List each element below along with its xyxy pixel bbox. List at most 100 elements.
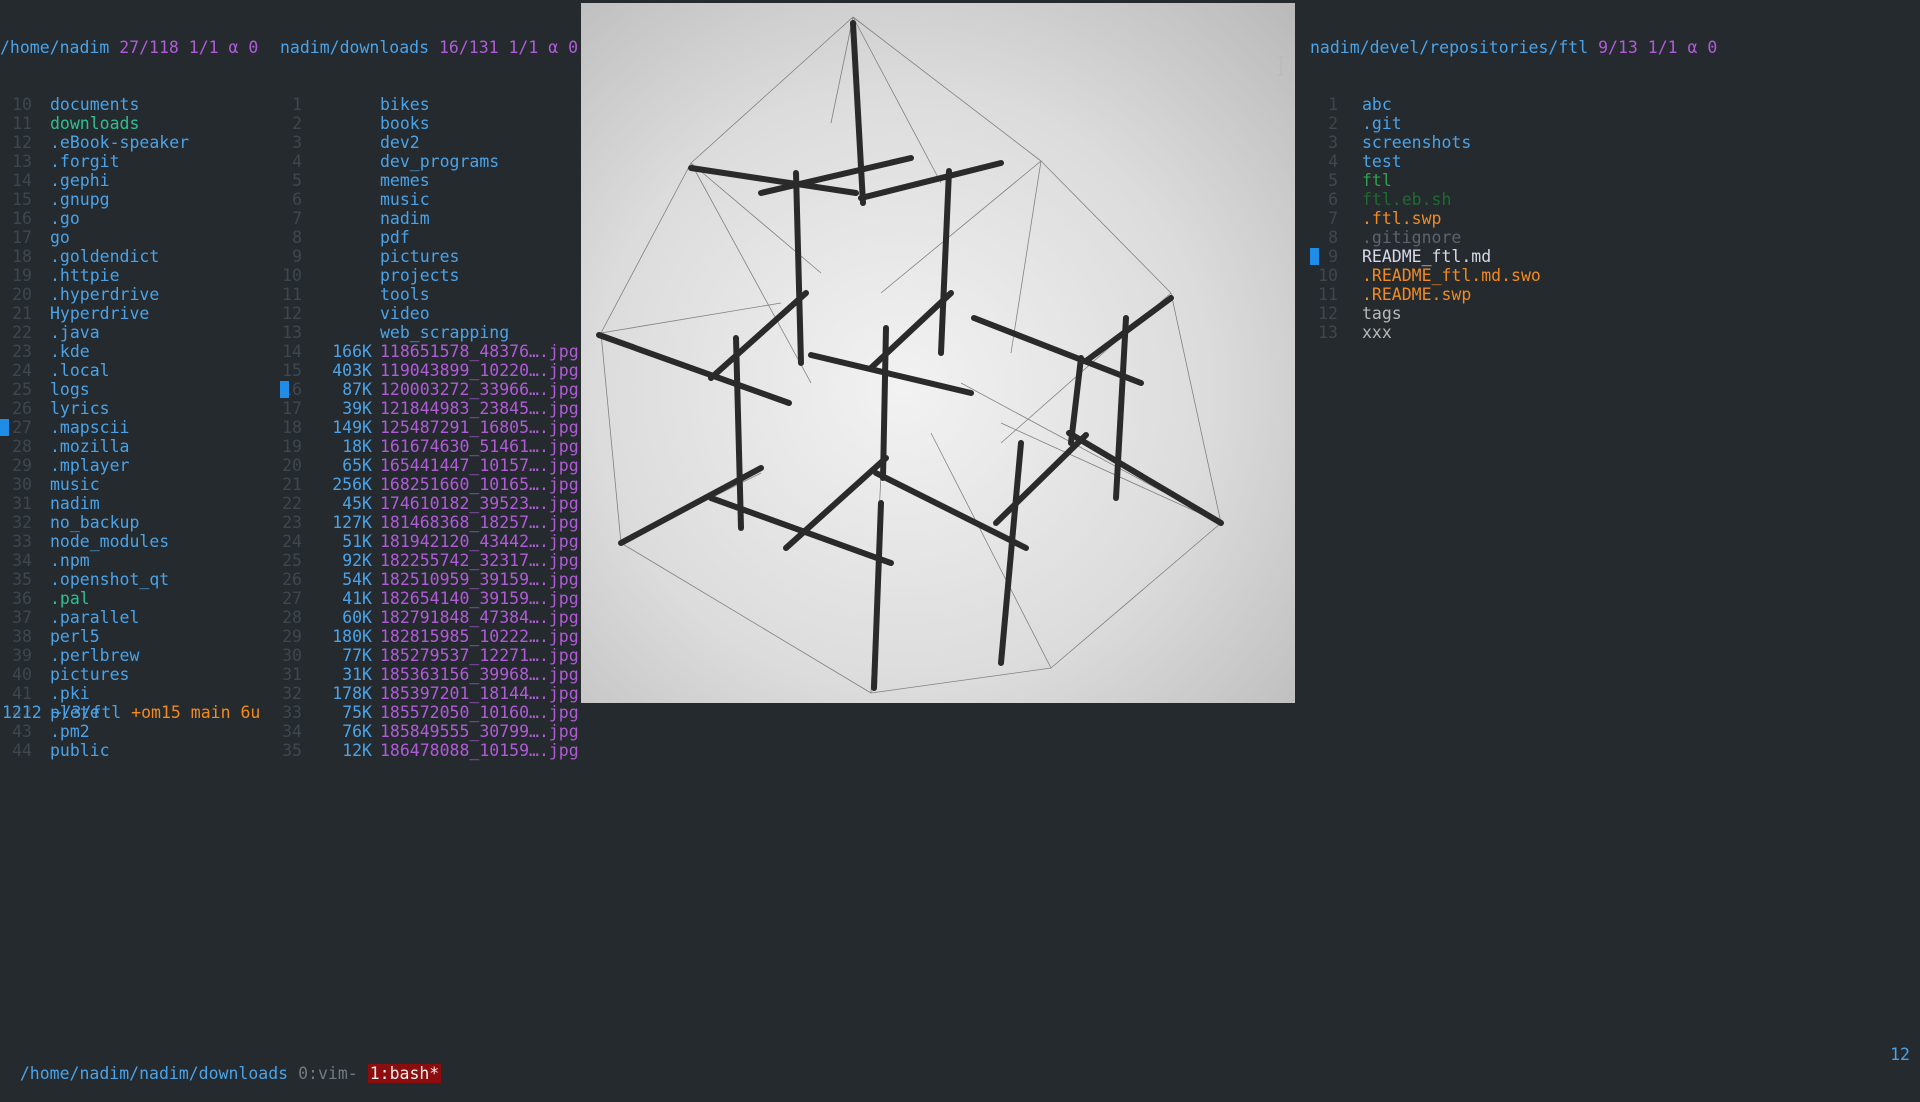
file-row[interactable]: 11 .README.swp (1310, 285, 1910, 304)
file-row[interactable]: 5 memes (280, 171, 582, 190)
file-row[interactable]: 4 test (1310, 152, 1910, 171)
file-row[interactable]: 29 180K 182815985_10222….jpg (280, 627, 582, 646)
file-row[interactable]: 32 no_backup (0, 513, 276, 532)
file-row[interactable]: 19 18K 161674630_51461….jpg (280, 437, 582, 456)
file-row[interactable]: 39 .perlbrew (0, 646, 276, 665)
file-row[interactable]: 41 .pki (0, 684, 276, 703)
file-name: logs (50, 380, 90, 399)
file-row[interactable]: 2 books (280, 114, 582, 133)
file-row[interactable]: 17 39K 121844983_23845….jpg (280, 399, 582, 418)
file-row[interactable]: 34 .npm (0, 551, 276, 570)
file-row[interactable]: 15 403K 119043899_10220….jpg (280, 361, 582, 380)
file-row[interactable]: 8 .gitignore (1310, 228, 1910, 247)
file-size: 51K (342, 532, 372, 551)
file-row[interactable]: 27 41K 182654140_39159….jpg (280, 589, 582, 608)
file-row[interactable]: 1 bikes (280, 95, 582, 114)
line-number: 29 (12, 456, 32, 475)
file-row[interactable]: 3 screenshots (1310, 133, 1910, 152)
file-row[interactable]: 34 76K 185849555_30799….jpg (280, 722, 582, 741)
file-row[interactable]: 1 abc (1310, 95, 1910, 114)
file-row[interactable]: 6 music (280, 190, 582, 209)
file-row[interactable]: 20 65K 165441447_10157….jpg (280, 456, 582, 475)
file-row[interactable]: 13 .forgit (0, 152, 276, 171)
line-number: 44 (12, 741, 32, 760)
file-row[interactable]: 35 .openshot_qt (0, 570, 276, 589)
file-row[interactable]: 27 .mapscii (0, 418, 276, 437)
file-row[interactable]: 25 92K 182255742_32317….jpg (280, 551, 582, 570)
file-row[interactable]: 21 Hyperdrive (0, 304, 276, 323)
file-row[interactable]: 38 perl5 (0, 627, 276, 646)
file-row[interactable]: 30 77K 185279537_12271….jpg (280, 646, 582, 665)
file-row[interactable]: 8 pdf (280, 228, 582, 247)
file-row[interactable]: 18 149K 125487291_16805….jpg (280, 418, 582, 437)
file-row[interactable]: 5 ftl (1310, 171, 1910, 190)
file-row[interactable]: 40 pictures (0, 665, 276, 684)
file-row[interactable]: 32 178K 185397201_18144….jpg (280, 684, 582, 703)
file-row[interactable]: 24 .local (0, 361, 276, 380)
file-row[interactable]: 30 music (0, 475, 276, 494)
file-row[interactable]: 22 .java (0, 323, 276, 342)
file-name: books (380, 114, 430, 133)
file-row[interactable]: 7 nadim (280, 209, 582, 228)
line-number: 34 (282, 722, 302, 741)
file-name: music (380, 190, 430, 209)
line-number: 38 (12, 627, 32, 646)
file-row[interactable]: 21 256K 168251660_10165….jpg (280, 475, 582, 494)
tmux-window-bash[interactable]: 1:bash* (367, 1064, 442, 1083)
tmux-window-vim[interactable]: 0:vim- (298, 1064, 358, 1083)
file-row[interactable]: 36 .pal (0, 589, 276, 608)
file-row[interactable]: 19 .httpie (0, 266, 276, 285)
file-row[interactable]: 23 127K 181468368_18257….jpg (280, 513, 582, 532)
line-number: 18 (12, 247, 32, 266)
file-row[interactable]: 26 lyrics (0, 399, 276, 418)
file-row[interactable]: 25 logs (0, 380, 276, 399)
file-row[interactable]: 12 video (280, 304, 582, 323)
file-row[interactable]: 13 web_scrapping (280, 323, 582, 342)
line-number: 8 (292, 228, 302, 247)
file-row[interactable]: 33 75K 185572050_10160….jpg (280, 703, 582, 722)
file-row[interactable]: 11 downloads (0, 114, 276, 133)
file-row[interactable]: 9 pictures (280, 247, 582, 266)
prompt-dir: ~/3/ftl (51, 703, 122, 722)
file-row[interactable]: 33 node_modules (0, 532, 276, 551)
file-row[interactable]: 44 public (0, 741, 276, 760)
file-row[interactable]: 4 dev_programs (280, 152, 582, 171)
file-row[interactable]: 28 .mozilla (0, 437, 276, 456)
file-row[interactable]: 28 60K 182791848_47384….jpg (280, 608, 582, 627)
file-row[interactable]: 3 dev2 (280, 133, 582, 152)
tmux-status-bar: /home/nadim/nadim/downloads 0:vim- 1:bash*… (0, 1045, 1920, 1083)
line-number: 7 (292, 209, 302, 228)
file-row[interactable]: 14 .gephi (0, 171, 276, 190)
file-row[interactable]: 12 tags (1310, 304, 1910, 323)
file-row[interactable]: 10 .README_ftl.md.swo (1310, 266, 1910, 285)
file-row[interactable]: 26 54K 182510959_39159….jpg (280, 570, 582, 589)
file-row[interactable]: 16 .go (0, 209, 276, 228)
line-number: 7 (1328, 209, 1338, 228)
file-row[interactable]: 31 nadim (0, 494, 276, 513)
file-row[interactable]: 17 go (0, 228, 276, 247)
file-row[interactable]: 18 .goldendict (0, 247, 276, 266)
file-row[interactable]: 31 31K 185363156_39968….jpg (280, 665, 582, 684)
file-row[interactable]: 14 166K 118651578_48376….jpg (280, 342, 582, 361)
file-row[interactable]: 7 .ftl.swp (1310, 209, 1910, 228)
file-row[interactable]: 24 51K 181942120_43442….jpg (280, 532, 582, 551)
file-row[interactable]: 10 documents (0, 95, 276, 114)
file-row[interactable]: 23 .kde (0, 342, 276, 361)
file-row[interactable]: 12 .eBook-speaker (0, 133, 276, 152)
file-row[interactable]: 13 xxx (1310, 323, 1910, 342)
shell-prompt[interactable]: 1212 ~/3/ftl +om15 main 6u (2, 703, 260, 722)
file-row[interactable]: 10 projects (280, 266, 582, 285)
file-row[interactable]: 29 .mplayer (0, 456, 276, 475)
file-row[interactable]: 2 .git (1310, 114, 1910, 133)
selection-cursor (0, 419, 9, 436)
file-row[interactable]: 20 .hyperdrive (0, 285, 276, 304)
file-row[interactable]: 15 .gnupg (0, 190, 276, 209)
file-row[interactable]: 35 12K 186478088_10159….jpg (280, 741, 582, 760)
file-row[interactable]: 9 README_ftl.md (1310, 247, 1910, 266)
file-row[interactable]: 11 tools (280, 285, 582, 304)
file-row[interactable]: 16 87K 120003272_33966….jpg (280, 380, 582, 399)
file-row[interactable]: 6 ftl.eb.sh (1310, 190, 1910, 209)
file-row[interactable]: 43 .pm2 (0, 722, 276, 741)
file-row[interactable]: 37 .parallel (0, 608, 276, 627)
file-row[interactable]: 22 45K 174610182_39523….jpg (280, 494, 582, 513)
